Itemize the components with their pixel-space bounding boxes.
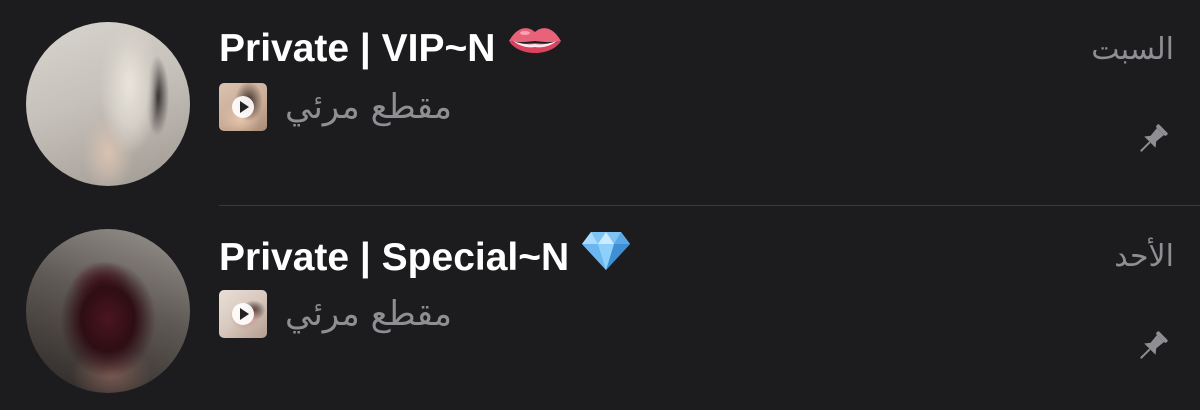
- chat-title: Private | Special~N: [219, 232, 631, 282]
- chat-row[interactable]: Private | VIP~N مقطع مرئي السبت: [0, 0, 1200, 205]
- message-preview: مقطع مرئي: [219, 289, 452, 339]
- pin-icon: [1132, 120, 1172, 160]
- video-thumbnail-icon: [219, 290, 267, 338]
- play-icon: [232, 96, 254, 118]
- chat-list: Private | VIP~N مقطع مرئي السبت Private …: [0, 0, 1200, 410]
- chat-title-text: Private | VIP~N: [219, 27, 496, 70]
- chat-title: Private | VIP~N: [219, 24, 563, 74]
- preview-text: مقطع مرئي: [285, 87, 452, 127]
- chat-title-text: Private | Special~N: [219, 235, 570, 279]
- video-thumbnail-icon: [219, 83, 267, 131]
- message-preview: مقطع مرئي: [219, 82, 452, 132]
- chat-date: السبت: [1091, 32, 1174, 67]
- avatar[interactable]: [26, 229, 190, 393]
- play-icon: [232, 303, 254, 325]
- chat-date: الأحد: [1114, 239, 1174, 274]
- pin-icon: [1132, 327, 1172, 367]
- chat-row[interactable]: Private | Special~N مقطع مرئي الأحد: [0, 205, 1200, 410]
- gem-emoji-icon: [581, 229, 631, 284]
- avatar[interactable]: [26, 22, 190, 186]
- lips-emoji-icon: [507, 21, 563, 74]
- preview-text: مقطع مرئي: [285, 294, 452, 334]
